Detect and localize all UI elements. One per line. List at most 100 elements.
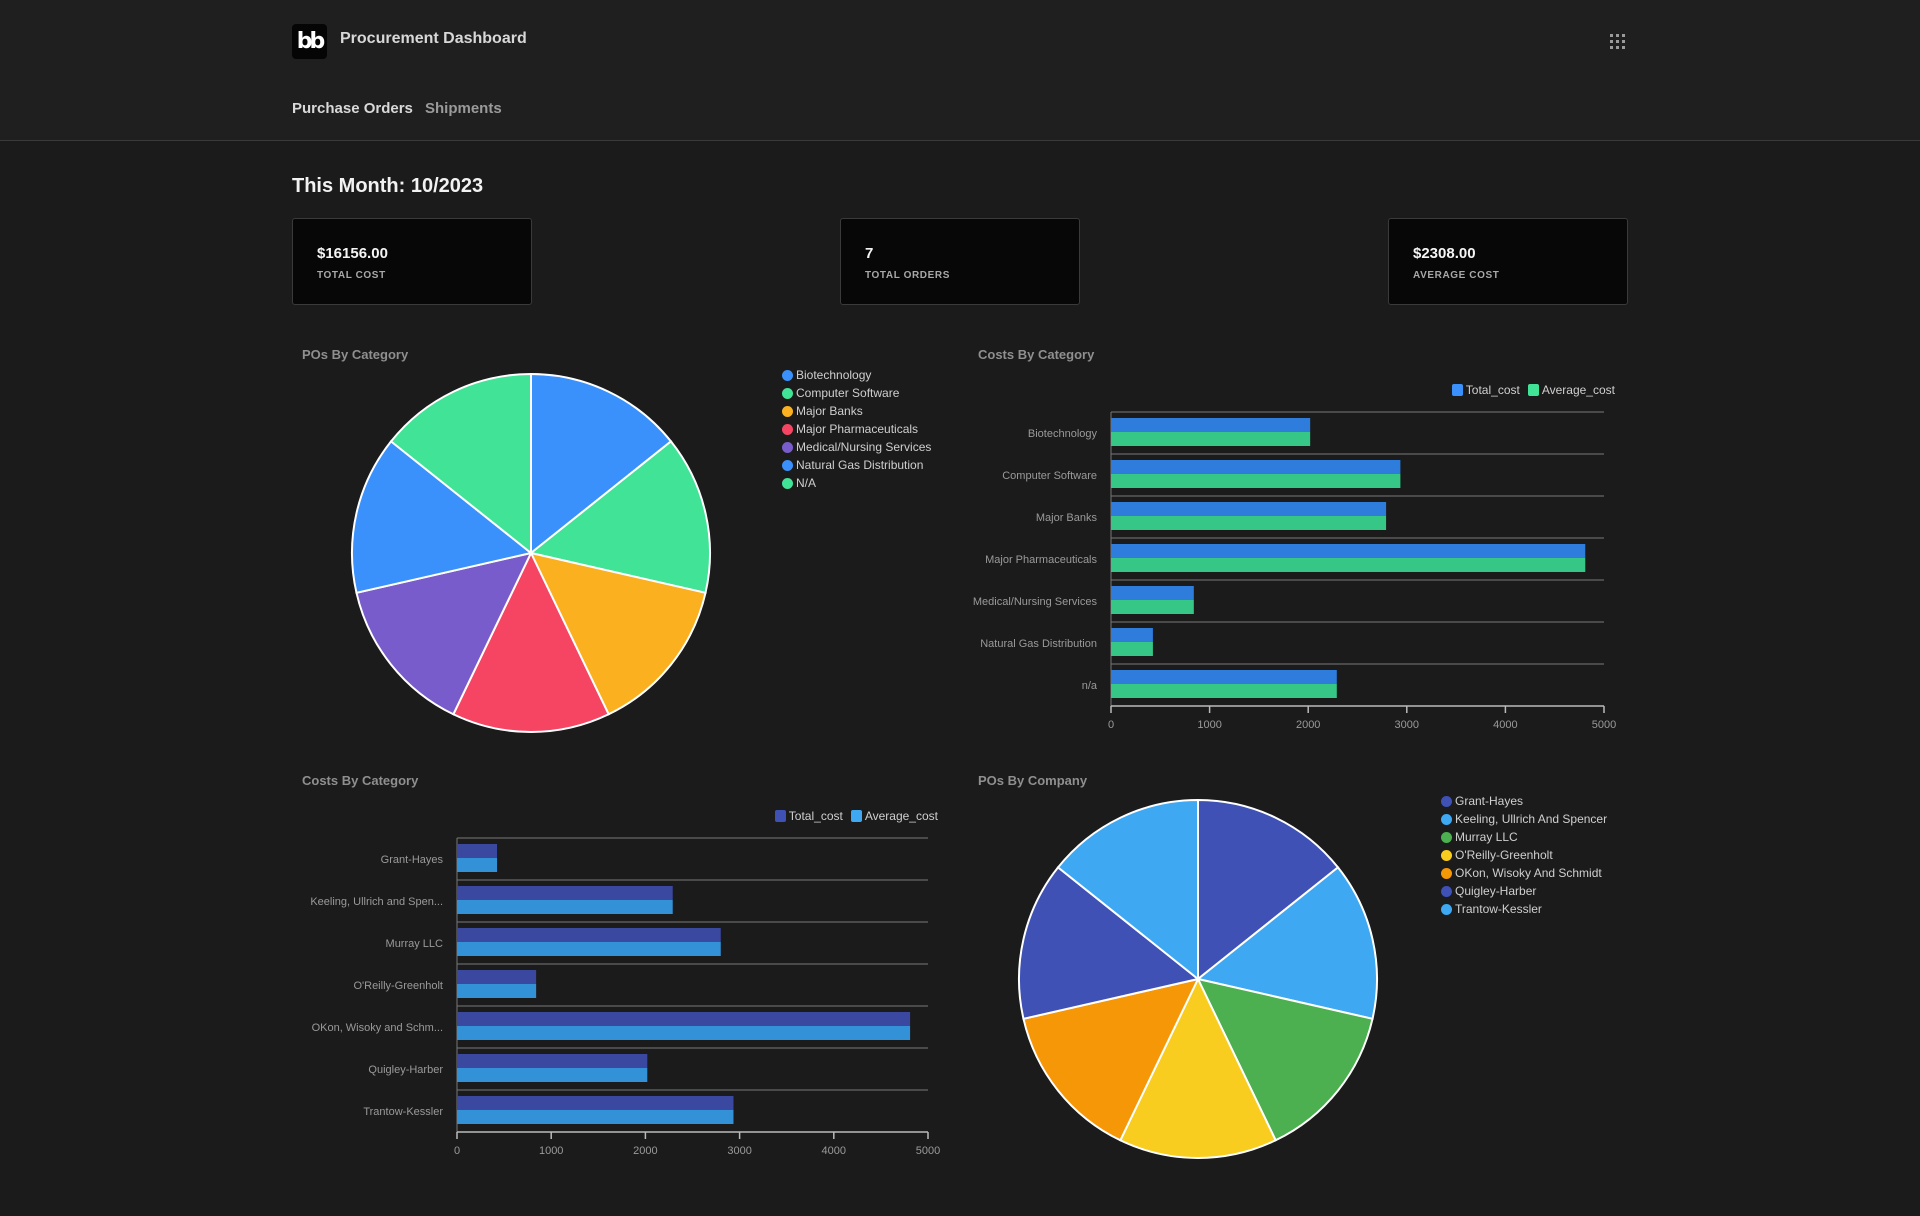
legend-item-n-a[interactable]: N/A [782,474,931,492]
kpi-value: $2308.00 [1413,245,1476,262]
kpi-label: AVERAGE COST [1413,270,1500,281]
legend-label: Medical/Nursing Services [796,440,932,454]
x-tick-label: 4000 [1493,719,1517,731]
bar-average-cost-computer-software[interactable] [1111,474,1401,488]
bar-total-cost-natural-gas-distribution[interactable] [1111,628,1153,642]
legend-dot-icon [1441,831,1452,843]
legend-dot-icon [782,387,793,399]
x-tick-label: 3000 [727,1145,751,1157]
legend-pos-by-category: Biotechnology Computer Software Major Bank… [782,366,931,492]
legend-item-major-pharmaceuticals[interactable]: Major Pharmaceuticals [782,420,931,438]
legend-swatch-icon [1527,384,1539,396]
legend-dot-icon [782,423,793,435]
bar-average-cost-quigley-harber[interactable] [457,1068,648,1082]
legend-item-average-cost[interactable]: Average_cost [1527,381,1615,399]
legend-item-murray-llc[interactable]: Murray LLC [1441,828,1607,846]
bar-total-cost-grant-hayes[interactable] [457,844,498,858]
legend-item-keeling-ullrich-and-spencer[interactable]: Keeling, Ullrich And Spencer [1441,810,1607,828]
bar-total-cost-okon-wisoky-and-schm[interactable] [457,1012,911,1026]
legend-label: Murray LLC [1455,830,1518,844]
legend-item-trantow-kessler[interactable]: Trantow-Kessler [1441,900,1607,918]
legend-dot-icon [1441,813,1452,825]
legend-label: N/A [796,476,817,490]
tab-purchase-orders[interactable]: Purchase Orders [292,100,413,117]
legend-item-total-cost[interactable]: Total_cost [1451,381,1520,399]
legend-label: Natural Gas Distribution [796,458,924,472]
x-tick-label: 1000 [539,1145,563,1157]
legend-item-total-cost[interactable]: Total_cost [774,807,843,825]
y-tick-label: Trantow-Kessler [363,1106,443,1118]
bar-total-cost-major-banks[interactable] [1111,502,1387,516]
bar-total-cost-keeling-ullrich-and-spen[interactable] [457,886,673,900]
x-tick-label: 5000 [1592,719,1616,731]
bar-total-cost-biotechnology[interactable] [1111,418,1311,432]
legend-item-computer-software[interactable]: Computer Software [782,384,931,402]
legend-dot-icon [1441,867,1452,879]
x-tick-label: 2000 [1296,719,1320,731]
kpi-total-orders: 7 TOTAL ORDERS [840,218,1080,305]
y-tick-label: Major Banks [1036,512,1098,524]
bar-total-cost-trantow-kessler[interactable] [457,1096,734,1110]
bar-total-cost-major-pharmaceuticals[interactable] [1111,544,1586,558]
legend-item-average-cost[interactable]: Average_cost [850,807,938,825]
legend-label: Trantow-Kessler [1455,902,1542,916]
bar-average-cost-murray-llc[interactable] [457,942,721,956]
y-tick-label: Keeling, Ullrich and Spen... [310,896,443,908]
logo[interactable]: bb [292,24,327,59]
legend-costs-by-category: Total_cost Average_cost [1444,381,1615,399]
bar-total-cost-o-reilly-greenholt[interactable] [457,970,537,984]
chart-title-costs-by-company: Costs By Category [302,773,419,788]
legend-label: OKon, Wisoky And Schmidt [1455,866,1602,880]
bar-average-cost-natural-gas-distribution[interactable] [1111,642,1153,656]
x-tick-label: 0 [1108,719,1114,731]
legend-dot-icon [1441,903,1452,915]
bar-average-cost-grant-hayes[interactable] [457,858,498,872]
bar-total-cost-medical-nursing-services[interactable] [1111,586,1194,600]
legend-swatch-icon [774,810,786,822]
bar-average-cost-n-a[interactable] [1111,684,1337,698]
legend-item-major-banks[interactable]: Major Banks [782,402,931,420]
bar-average-cost-keeling-ullrich-and-spen[interactable] [457,900,673,914]
bar-average-cost-medical-nursing-services[interactable] [1111,600,1194,614]
legend-swatch-icon [1451,384,1463,396]
kpi-average-cost: $2308.00 AVERAGE COST [1388,218,1628,305]
legend-item-natural-gas-distribution[interactable]: Natural Gas Distribution [782,456,931,474]
legend-dot-icon [1441,795,1452,807]
y-tick-label: Grant-Hayes [381,854,444,866]
legend-item-quigley-harber[interactable]: Quigley-Harber [1441,882,1607,900]
legend-label: Major Banks [796,404,863,418]
grid-icon[interactable] [1610,34,1626,50]
bar-total-cost-murray-llc[interactable] [457,928,721,942]
legend-dot-icon [1441,885,1452,897]
legend-item-o-reilly-greenholt[interactable]: O'Reilly-Greenholt [1441,846,1607,864]
y-tick-label: Murray LLC [386,938,444,950]
legend-item-grant-hayes[interactable]: Grant-Hayes [1441,792,1607,810]
legend-item-biotechnology[interactable]: Biotechnology [782,366,931,384]
bar-average-cost-trantow-kessler[interactable] [457,1110,734,1124]
kpi-label: TOTAL COST [317,270,386,281]
y-tick-label: Major Pharmaceuticals [985,554,1097,566]
legend-dot-icon [782,369,793,381]
y-tick-label: Computer Software [1002,470,1097,482]
tab-shipments[interactable]: Shipments [425,100,502,117]
legend-item-okon-wisoky-and-schmidt[interactable]: OKon, Wisoky And Schmidt [1441,864,1607,882]
legend-dot-icon [782,405,793,417]
bar-average-cost-o-reilly-greenholt[interactable] [457,984,537,998]
legend-dot-icon [782,441,793,453]
legend-costs-by-company: Total_cost Average_cost [767,807,938,825]
bar-average-cost-biotechnology[interactable] [1111,432,1311,446]
bar-average-cost-major-banks[interactable] [1111,516,1387,530]
y-tick-label: n/a [1082,680,1098,692]
bar-total-cost-quigley-harber[interactable] [457,1054,648,1068]
bar-total-cost-n-a[interactable] [1111,670,1337,684]
app-title: Procurement Dashboard [340,30,527,47]
bar-total-cost-computer-software[interactable] [1111,460,1401,474]
y-tick-label: Biotechnology [1028,428,1098,440]
bar-average-cost-okon-wisoky-and-schm[interactable] [457,1026,911,1040]
bar-average-cost-major-pharmaceuticals[interactable] [1111,558,1586,572]
legend-label: Total_cost [788,809,843,823]
legend-label: Total_cost [1465,383,1520,397]
x-tick-label: 2000 [633,1145,657,1157]
legend-label: Quigley-Harber [1455,884,1537,898]
legend-item-medical-nursing-services[interactable]: Medical/Nursing Services [782,438,931,456]
